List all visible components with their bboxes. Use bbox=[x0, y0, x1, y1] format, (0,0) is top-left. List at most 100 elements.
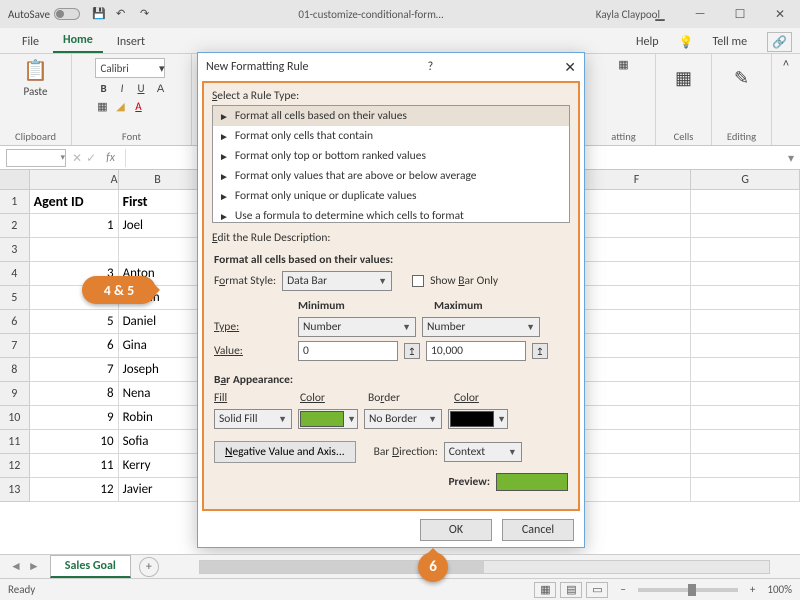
tab-insert[interactable]: Insert bbox=[107, 31, 155, 53]
cell[interactable] bbox=[691, 262, 800, 286]
min-value-input[interactable]: 0 bbox=[298, 341, 398, 361]
redo-icon[interactable]: ↷ bbox=[140, 7, 154, 21]
cell[interactable] bbox=[691, 334, 800, 358]
rule-type-list[interactable]: ►Format all cells based on their values … bbox=[212, 105, 570, 223]
next-sheet-icon[interactable]: ► bbox=[28, 559, 40, 574]
editing-button[interactable]: ✎ bbox=[724, 58, 760, 98]
col-header-b[interactable]: B bbox=[119, 170, 198, 189]
col-header-g[interactable]: G bbox=[691, 170, 800, 189]
page-layout-view-icon[interactable]: ▤ bbox=[560, 582, 582, 598]
rule-type-item[interactable]: ►Use a formula to determine which cells … bbox=[213, 206, 569, 223]
cell[interactable] bbox=[30, 238, 119, 262]
select-all-button[interactable] bbox=[0, 170, 30, 189]
table-format-icon[interactable]: ▦ bbox=[618, 58, 628, 71]
cell[interactable] bbox=[691, 478, 800, 502]
cell[interactable] bbox=[691, 310, 800, 334]
tell-me[interactable]: Tell me bbox=[703, 31, 758, 53]
collapse-ribbon-icon[interactable]: ˄ bbox=[783, 58, 789, 70]
row-header[interactable]: 13 bbox=[0, 478, 30, 502]
row-header[interactable]: 4 bbox=[0, 262, 30, 286]
fill-color-icon[interactable]: ◢ bbox=[113, 99, 127, 113]
rule-type-item[interactable]: ►Format all cells based on their values bbox=[213, 106, 569, 126]
cell[interactable]: 8 bbox=[30, 382, 119, 406]
cell[interactable]: 12 bbox=[30, 478, 119, 502]
close-icon[interactable]: ✕ bbox=[564, 59, 576, 76]
cell[interactable] bbox=[691, 214, 800, 238]
cell[interactable] bbox=[583, 382, 692, 406]
row-header[interactable]: 11 bbox=[0, 430, 30, 454]
cell[interactable] bbox=[583, 214, 692, 238]
row-header[interactable]: 3 bbox=[0, 238, 30, 262]
min-type-combo[interactable]: Number▼ bbox=[298, 317, 416, 337]
share-icon[interactable]: 🔗 bbox=[767, 32, 792, 52]
zoom-level[interactable]: 100% bbox=[767, 583, 792, 596]
font-name-combo[interactable]: Calibri▾ bbox=[95, 58, 165, 78]
enter-formula-icon[interactable]: ✓ bbox=[86, 151, 96, 165]
col-header-a[interactable]: A bbox=[30, 170, 119, 189]
row-header[interactable]: 7 bbox=[0, 334, 30, 358]
page-break-view-icon[interactable]: ▭ bbox=[586, 582, 608, 598]
normal-view-icon[interactable]: ▦ bbox=[534, 582, 556, 598]
cell[interactable] bbox=[691, 406, 800, 430]
max-value-input[interactable]: 10,000 bbox=[426, 341, 526, 361]
cell[interactable]: Joel bbox=[119, 214, 198, 238]
cell[interactable]: Kerry bbox=[119, 454, 198, 478]
cancel-button[interactable]: Cancel bbox=[502, 519, 574, 541]
border-color-combo[interactable]: ▼ bbox=[448, 409, 508, 429]
borders-icon[interactable]: ▦ bbox=[95, 99, 109, 113]
fill-color-combo[interactable]: ▼ bbox=[298, 409, 358, 429]
bold-button[interactable]: B bbox=[95, 80, 111, 97]
cell[interactable] bbox=[583, 478, 692, 502]
fill-combo[interactable]: Solid Fill▼ bbox=[214, 409, 292, 429]
font-size-icon[interactable]: A bbox=[154, 82, 168, 96]
cell[interactable]: 1 bbox=[30, 214, 119, 238]
rule-type-item[interactable]: ►Format only cells that contain bbox=[213, 126, 569, 146]
cell[interactable] bbox=[583, 454, 692, 478]
expand-formula-icon[interactable]: ▾ bbox=[788, 151, 794, 165]
undo-icon[interactable]: ↶ bbox=[116, 7, 130, 21]
cell[interactable]: 11 bbox=[30, 454, 119, 478]
cell[interactable] bbox=[691, 286, 800, 310]
format-style-combo[interactable]: Data Bar▼ bbox=[282, 271, 392, 291]
cell[interactable] bbox=[583, 190, 692, 214]
cell[interactable] bbox=[691, 430, 800, 454]
help-icon[interactable]: ? bbox=[428, 60, 434, 74]
underline-button[interactable]: U bbox=[132, 80, 149, 97]
tab-file[interactable]: File bbox=[12, 31, 49, 53]
cell[interactable]: Daniel bbox=[119, 310, 198, 334]
cell[interactable] bbox=[583, 238, 692, 262]
zoom-slider[interactable] bbox=[638, 588, 738, 592]
cell[interactable] bbox=[583, 406, 692, 430]
cell[interactable] bbox=[583, 262, 692, 286]
cancel-formula-icon[interactable]: ✕ bbox=[72, 151, 82, 165]
cell[interactable]: Sofia bbox=[119, 430, 198, 454]
cell[interactable]: 5 bbox=[30, 310, 119, 334]
cell[interactable]: Robin bbox=[119, 406, 198, 430]
rule-type-item[interactable]: ►Format only top or bottom ranked values bbox=[213, 146, 569, 166]
cell[interactable]: First bbox=[119, 190, 198, 214]
paste-button[interactable]: 📋 Paste bbox=[18, 58, 54, 98]
cell[interactable] bbox=[583, 310, 692, 334]
row-header[interactable]: 8 bbox=[0, 358, 30, 382]
row-header[interactable]: 5 bbox=[0, 286, 30, 310]
negative-value-axis-button[interactable]: Negative Value and Axis... bbox=[214, 441, 356, 463]
cell[interactable]: 10 bbox=[30, 430, 119, 454]
show-bar-only-checkbox[interactable] bbox=[412, 275, 424, 287]
cell[interactable] bbox=[691, 238, 800, 262]
cell[interactable] bbox=[583, 430, 692, 454]
cell[interactable] bbox=[583, 286, 692, 310]
cell[interactable]: Agent ID bbox=[30, 190, 119, 214]
cell[interactable] bbox=[119, 238, 198, 262]
save-icon[interactable]: 💾 bbox=[92, 7, 106, 21]
tab-help[interactable]: Help bbox=[626, 31, 669, 53]
ok-button[interactable]: OK bbox=[420, 519, 492, 541]
font-color-icon[interactable]: A bbox=[131, 99, 145, 113]
cell[interactable] bbox=[691, 190, 800, 214]
max-ref-picker-icon[interactable]: ↥ bbox=[532, 343, 548, 359]
row-header[interactable]: 1 bbox=[0, 190, 30, 214]
cell[interactable]: 7 bbox=[30, 358, 119, 382]
maximize-icon[interactable]: ☐ bbox=[720, 0, 760, 28]
dialog-titlebar[interactable]: New Formatting Rule ? ✕ bbox=[198, 53, 584, 81]
cell[interactable] bbox=[583, 334, 692, 358]
cells-button[interactable]: ▦ bbox=[666, 58, 702, 98]
